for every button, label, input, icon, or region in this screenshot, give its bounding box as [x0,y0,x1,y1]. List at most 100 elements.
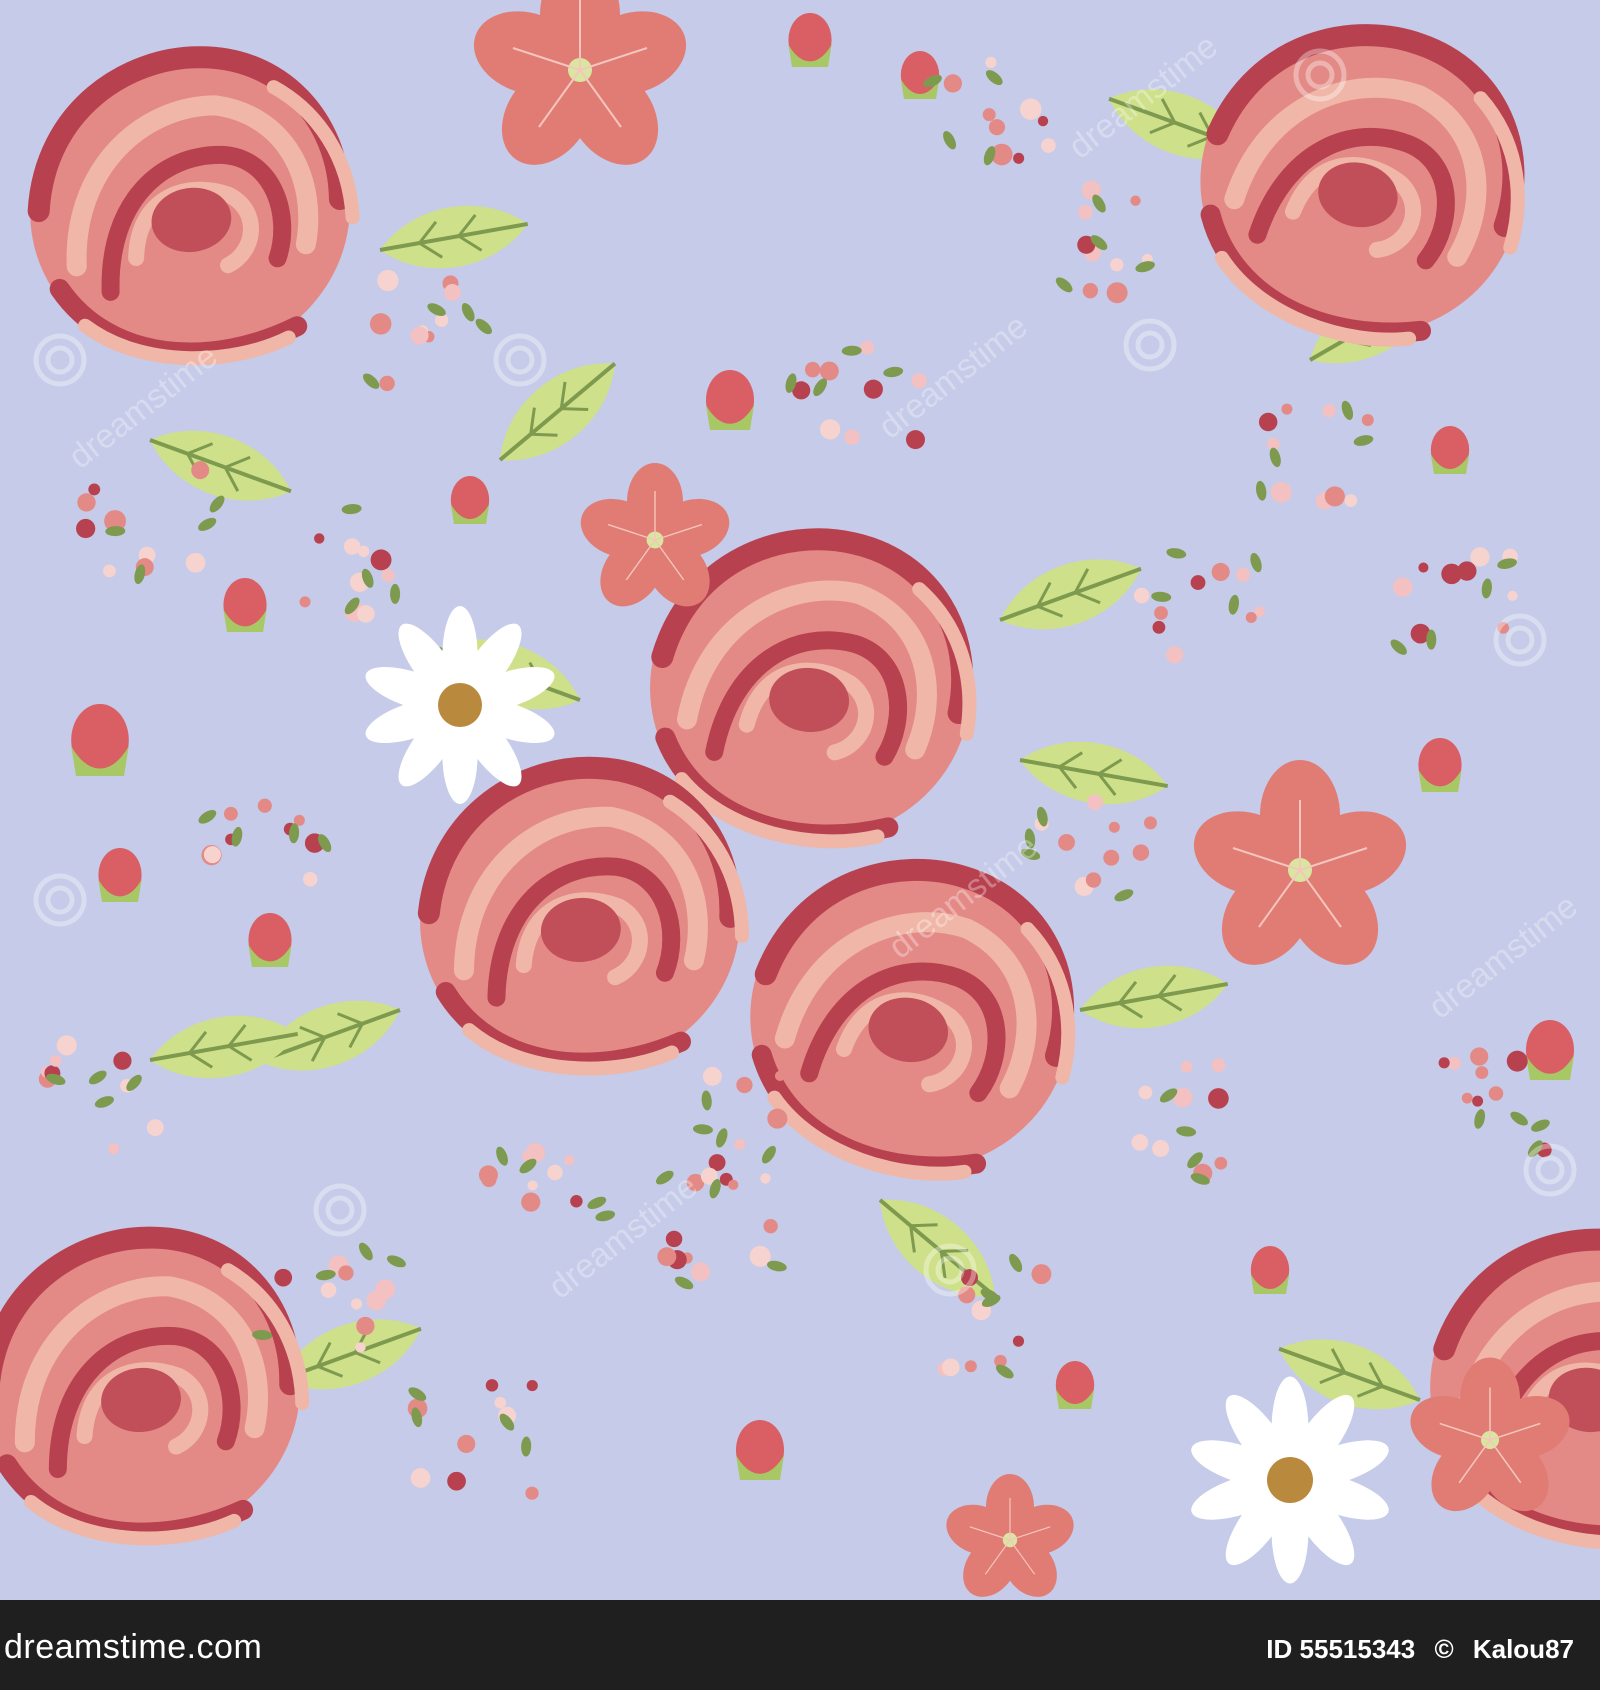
small-flower-dot [1154,606,1168,620]
small-flower-dot [1103,849,1120,866]
small-flower-dot [1488,1086,1504,1101]
small-flower-dot [941,1358,960,1377]
small-flower-dot [1392,577,1413,597]
small-flower-dot [1211,1058,1226,1073]
small-flower-dot [379,375,395,392]
small-flower-dot [355,1342,366,1353]
small-flower-dot [103,564,116,578]
small-flower-dot [844,429,860,445]
small-flower-dot [494,1396,507,1409]
small-flower-dot [1470,547,1490,567]
small-flower-dot [1190,575,1206,590]
small-flower-dot [410,1468,431,1488]
small-flower-dot [819,419,841,440]
small-flower-dot [527,1180,538,1191]
small-flower-dot [1281,403,1293,415]
small-flower-dot [1457,561,1477,581]
small-flower-dot [77,493,96,512]
small-leaf [390,583,401,604]
small-flower-dot [1020,98,1042,120]
small-flower-dot [381,568,395,582]
small-flower-dot [1507,590,1518,601]
small-flower-dot [443,284,461,301]
small-flower-dot [804,361,821,378]
small-flower-dot [1130,195,1141,206]
small-flower-dot [203,846,221,864]
small-leaf [1426,629,1437,650]
small-flower-dot [1131,1134,1149,1151]
small-flower-dot [350,1298,363,1310]
small-flower-dot [185,552,206,573]
site-name[interactable]: dreamstime.com [4,1628,262,1667]
small-flower-dot [1361,414,1374,427]
small-flower-dot [257,798,272,813]
small-flower-dot [76,518,96,539]
small-flower-dot [320,1282,337,1298]
small-flower-dot [767,1108,788,1129]
small-flower-dot [1472,1095,1484,1107]
small-flower-dot [1324,486,1345,507]
small-flower-dot [1166,646,1184,664]
small-flower-dot [447,1471,466,1491]
small-flower-dot [964,1360,977,1373]
small-flower-dot [1418,562,1429,573]
small-flower-dot [1235,567,1250,582]
small-flower-dot [1152,620,1166,634]
small-flower-dot [1108,821,1120,833]
copyright-icon: © [1434,1634,1454,1664]
author-name[interactable]: Kalou87 [1473,1634,1574,1664]
small-flower-dot [302,871,318,887]
floral-pattern-svg: dreamstime dreamstime dreamstime dreamst… [0,0,1600,1609]
small-flower-dot [1082,283,1098,299]
small-flower-dot [728,1179,739,1190]
small-flower-dot [1085,872,1102,888]
small-flower-dot [1152,1139,1170,1157]
small-flower-dot [1106,282,1128,304]
small-flower-dot [338,1265,354,1281]
small-flower-dot [760,1173,771,1184]
small-flower-dot [1214,1156,1228,1170]
floral-pattern-artwork: dreamstime dreamstime dreamstime dreamst… [0,0,1600,1609]
small-flower-dot [734,1138,746,1150]
small-flower-dot [369,313,392,335]
small-flower-dot [985,56,997,69]
small-flower-dot [1132,844,1150,861]
small-flower-dot [1211,562,1230,582]
small-flower-dot [356,1316,375,1336]
small-flower-dot [774,1070,786,1081]
small-flower-dot [1344,494,1358,508]
small-flower-dot [1322,404,1336,418]
small-flower-dot [357,605,375,623]
small-flower-dot [1438,1057,1450,1069]
small-flower-dot [863,379,883,399]
small-flower-dot [485,1379,499,1392]
small-flower-dot [56,1035,77,1056]
small-flower-dot [1041,138,1056,153]
small-flower-dot [1258,412,1278,432]
small-flower-dot [564,1155,575,1166]
small-flower-dot [410,326,429,345]
small-flower-dot [377,269,399,292]
small-flower-dot [1245,612,1257,624]
small-flower-dot [736,1076,753,1094]
small-flower-dot [299,596,311,608]
small-flower-dot [547,1164,563,1181]
small-flower-dot [691,1262,710,1282]
small-flower-dot [819,361,839,381]
small-flower-dot [1475,1066,1489,1080]
small-flower-dot [702,1066,722,1086]
small-flower-dot [1078,204,1093,220]
small-flower-dot [665,1230,683,1248]
small-flower-dot [370,549,392,571]
small-flower-dot [1037,115,1049,127]
small-flower-dot [1208,1088,1229,1109]
small-flower-dot [1031,1264,1052,1285]
image-id: ID 55515343 [1266,1634,1416,1664]
small-flower-dot [49,1054,62,1067]
small-flower-dot [375,1279,396,1300]
small-flower-dot [357,545,370,558]
small-flower-dot [657,1247,677,1267]
small-flower-dot [943,74,963,93]
small-flower-dot [570,1195,583,1208]
small-flower-dot [1143,816,1157,830]
